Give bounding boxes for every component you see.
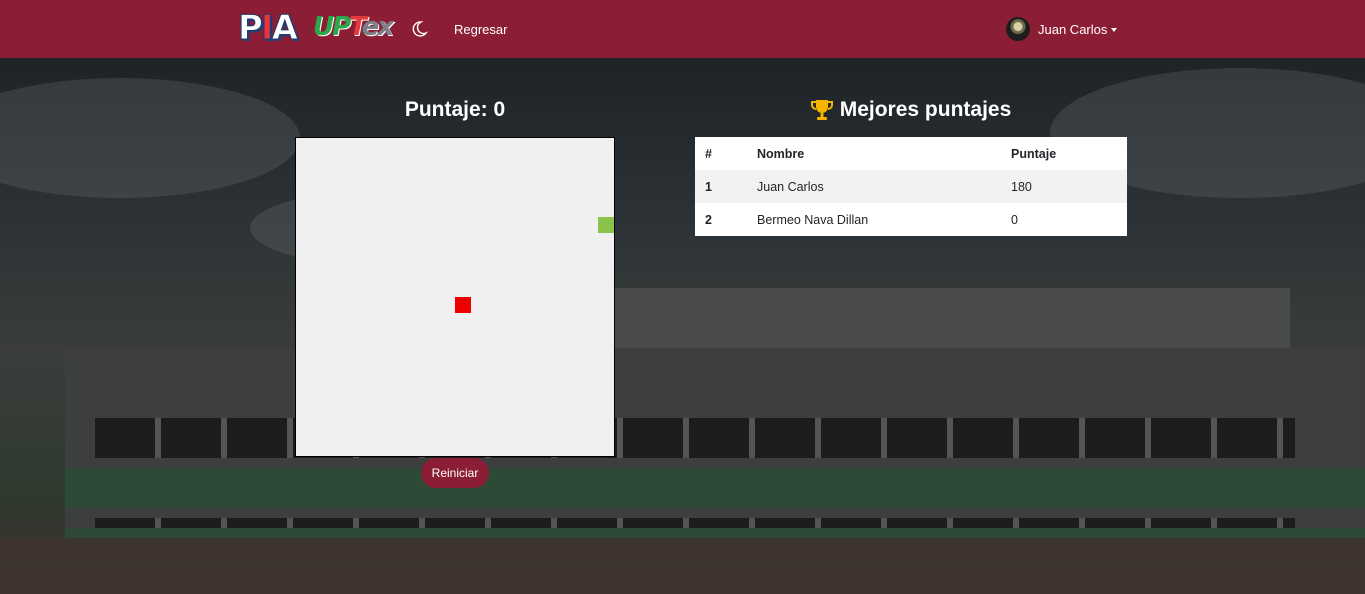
table-header-row: # Nombre Puntaje: [695, 137, 1127, 170]
trophy-icon: [810, 98, 833, 122]
moon-icon[interactable]: [408, 18, 430, 40]
background-photo: [0, 58, 1365, 594]
navbar: PIA UPTex Regresar Juan Carlos: [0, 0, 1365, 58]
user-menu-dropdown[interactable]: Juan Carlos: [1006, 16, 1118, 42]
game-board[interactable]: [295, 137, 615, 457]
row-score: 0: [1011, 212, 1018, 227]
leaderboard-title-text: Mejores puntajes: [839, 98, 1012, 121]
restart-button[interactable]: Reiniciar: [421, 458, 489, 488]
food-item: [455, 297, 471, 313]
header-rank: #: [705, 146, 712, 161]
pia-logo[interactable]: PIA: [238, 8, 299, 49]
uptex-logo[interactable]: UPTex: [313, 12, 394, 46]
avatar: [1006, 17, 1030, 41]
user-name: Juan Carlos: [1038, 21, 1108, 37]
row-name: Juan Carlos: [747, 170, 1001, 203]
caret-down-icon: [1111, 28, 1118, 32]
score-display: Puntaje: 0: [404, 98, 506, 121]
snake-segment: [598, 217, 614, 233]
header-score: Puntaje: [1011, 146, 1057, 161]
table-row: 1 Juan Carlos 180: [695, 170, 1127, 203]
row-name: Bermeo Nava Dillan: [757, 212, 869, 227]
back-link[interactable]: Regresar: [454, 22, 507, 37]
table-row: 2 Bermeo Nava Dillan 0: [695, 203, 1127, 236]
leaderboard-title: Mejores puntajes: [695, 98, 1127, 122]
row-rank: 2: [705, 212, 712, 227]
row-rank: 1: [695, 170, 747, 203]
leaderboard-table: # Nombre Puntaje 1 Juan Carlos 180 2 Ber…: [695, 137, 1127, 236]
row-score: 180: [1001, 170, 1127, 203]
header-name: Nombre: [757, 146, 805, 161]
